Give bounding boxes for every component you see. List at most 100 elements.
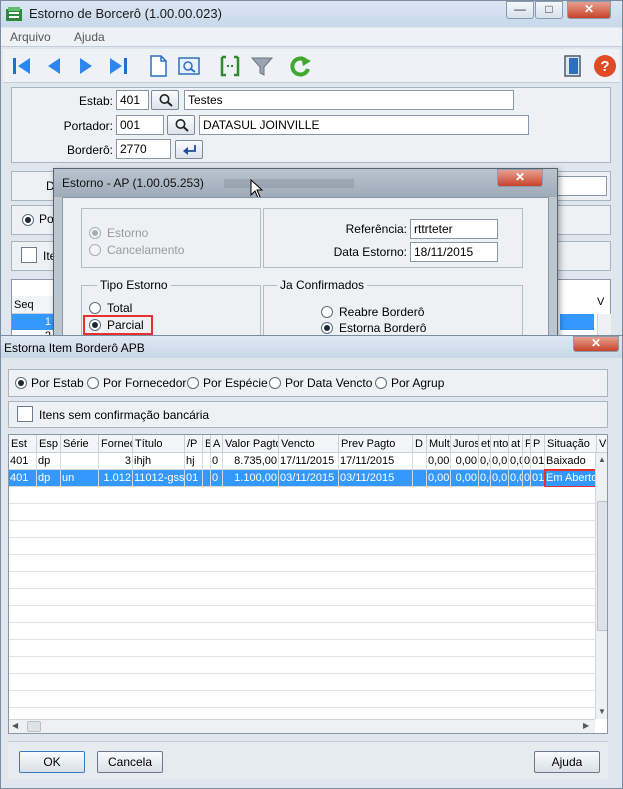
table-row-selected[interactable]: 401 dp un 1.012 11012-gss 01 0 1.100,00 …: [9, 470, 597, 487]
cell-juros: 0,00: [451, 470, 479, 487]
col-prev-pagto[interactable]: Prev Pagto: [339, 435, 413, 453]
bordero-input[interactable]: 2770: [116, 139, 171, 159]
data-estorno-input[interactable]: 18/11/2015: [410, 242, 498, 262]
radio-reabre-bordero[interactable]: [321, 306, 333, 318]
menu-ajuda[interactable]: Ajuda: [74, 30, 105, 44]
zoom-icon[interactable]: [176, 53, 202, 79]
cursor-icon: [250, 179, 264, 199]
referencia-input[interactable]: rttrteter: [410, 219, 498, 239]
cell-at: 0,0: [509, 470, 523, 487]
cell-p: hj: [185, 453, 203, 470]
col-titulo[interactable]: Título: [133, 435, 185, 453]
app-icon: [6, 7, 22, 21]
col-est[interactable]: Est: [9, 435, 37, 453]
col-v[interactable]: V: [597, 435, 607, 453]
cell-et: 0,0: [479, 470, 491, 487]
estab-description: Testes: [184, 90, 514, 110]
radio-por-fornecedor[interactable]: [87, 377, 99, 389]
close-button[interactable]: ✕: [567, 1, 611, 19]
refresh-icon[interactable]: [287, 53, 313, 79]
item-dialog: Estorna Item Borderô APB ✕ Por Estab Por…: [0, 335, 623, 789]
menu-bar: Arquivo Ajuda: [1, 28, 622, 47]
col-b[interactable]: B: [203, 435, 211, 453]
col-d[interactable]: D: [413, 435, 427, 453]
next-icon[interactable]: [73, 53, 99, 79]
estab-search-button[interactable]: [151, 90, 179, 110]
cell-titulo: 11012-gss: [133, 470, 185, 487]
cell-multa: 0,00: [427, 453, 451, 470]
radio-parcial[interactable]: [89, 319, 101, 331]
first-icon[interactable]: [9, 53, 35, 79]
behind-radio-label: Po: [39, 212, 54, 226]
cell-serie: [61, 453, 99, 470]
col-pp[interactable]: P: [531, 435, 545, 453]
cell-vencto: 17/11/2015: [279, 453, 339, 470]
select-range-icon[interactable]: [217, 53, 243, 79]
vertical-scroll-thumb[interactable]: [597, 501, 607, 631]
bordero-enter-button[interactable]: [175, 140, 203, 159]
search-icon: [159, 94, 173, 107]
col-p[interactable]: /P: [185, 435, 203, 453]
scroll-left-icon[interactable]: ◀: [12, 721, 18, 730]
radio-estorna-bordero[interactable]: [321, 322, 333, 334]
estab-input[interactable]: 401: [116, 90, 149, 110]
col-a[interactable]: A: [211, 435, 223, 453]
menu-arquivo[interactable]: Arquivo: [10, 30, 51, 44]
radio-estorna-bordero-label: Estorna Borderô: [339, 321, 427, 335]
col-situacao[interactable]: Situação: [545, 435, 597, 453]
last-icon[interactable]: [105, 53, 131, 79]
cancel-button[interactable]: Cancela: [97, 751, 163, 773]
scroll-right-icon[interactable]: ▶: [583, 721, 589, 730]
radio-por-agrup[interactable]: [375, 377, 387, 389]
radio-estorno[interactable]: [89, 227, 101, 239]
horizontal-scroll-thumb[interactable]: [27, 721, 41, 732]
behind-row-1-right: [560, 314, 594, 330]
col-fornec[interactable]: Fornec: [99, 435, 133, 453]
itens-sem-confirmacao-checkbox[interactable]: [17, 406, 33, 422]
radio-total[interactable]: [89, 302, 101, 314]
behind-row-1: 1: [12, 314, 54, 330]
radio-cancelamento[interactable]: [89, 244, 101, 256]
cell-pp: 01: [531, 453, 545, 470]
maximize-button[interactable]: □: [535, 1, 563, 19]
exit-icon[interactable]: [560, 53, 586, 79]
referencia-label: Referência:: [345, 222, 407, 236]
item-dialog-title-bar: Estorna Item Borderô APB ✕: [1, 336, 622, 358]
col-juros[interactable]: Juros: [451, 435, 479, 453]
col-vencto[interactable]: Vencto: [279, 435, 339, 453]
horizontal-scrollbar[interactable]: ◀ ▶: [9, 719, 595, 733]
cell-d: [413, 453, 427, 470]
col-at[interactable]: at: [509, 435, 523, 453]
scroll-down-icon[interactable]: ▼: [598, 707, 606, 716]
minimize-button[interactable]: —: [506, 1, 534, 19]
radio-por-data-vencto[interactable]: [269, 377, 281, 389]
new-doc-icon[interactable]: [145, 53, 171, 79]
col-valor-pagto[interactable]: Valor Pagto: [223, 435, 279, 453]
cell-pp: 01: [531, 470, 545, 487]
cell-at: 0,0: [509, 453, 523, 470]
prev-icon[interactable]: [41, 53, 67, 79]
portador-input[interactable]: 001: [116, 115, 164, 135]
cell-serie: un: [61, 470, 99, 487]
search-icon: [175, 119, 189, 132]
col-nto[interactable]: nto: [491, 435, 509, 453]
ok-button[interactable]: OK: [19, 751, 85, 773]
empty-rows: [9, 487, 597, 717]
vertical-scrollbar[interactable]: ▲ ▼: [595, 453, 607, 719]
col-f[interactable]: F: [523, 435, 531, 453]
filter-icon[interactable]: [249, 53, 275, 79]
estorno-dialog-close-button[interactable]: ✕: [497, 169, 543, 187]
radio-por-especie[interactable]: [187, 377, 199, 389]
col-et[interactable]: et: [479, 435, 491, 453]
item-dialog-title: Estorna Item Borderô APB: [4, 341, 145, 355]
portador-search-button[interactable]: [167, 115, 195, 135]
help-icon[interactable]: ?: [592, 53, 618, 79]
item-dialog-close-button[interactable]: ✕: [573, 336, 619, 352]
scroll-up-icon[interactable]: ▲: [598, 455, 606, 464]
table-row[interactable]: 401 dp 3 ihjh hj 0 8.735,00 17/11/2015 1…: [9, 453, 597, 470]
col-esp[interactable]: Esp: [37, 435, 61, 453]
col-multa[interactable]: Multa: [427, 435, 451, 453]
help-button[interactable]: Ajuda: [534, 751, 600, 773]
col-serie[interactable]: Série: [61, 435, 99, 453]
radio-por-estab[interactable]: [15, 377, 27, 389]
